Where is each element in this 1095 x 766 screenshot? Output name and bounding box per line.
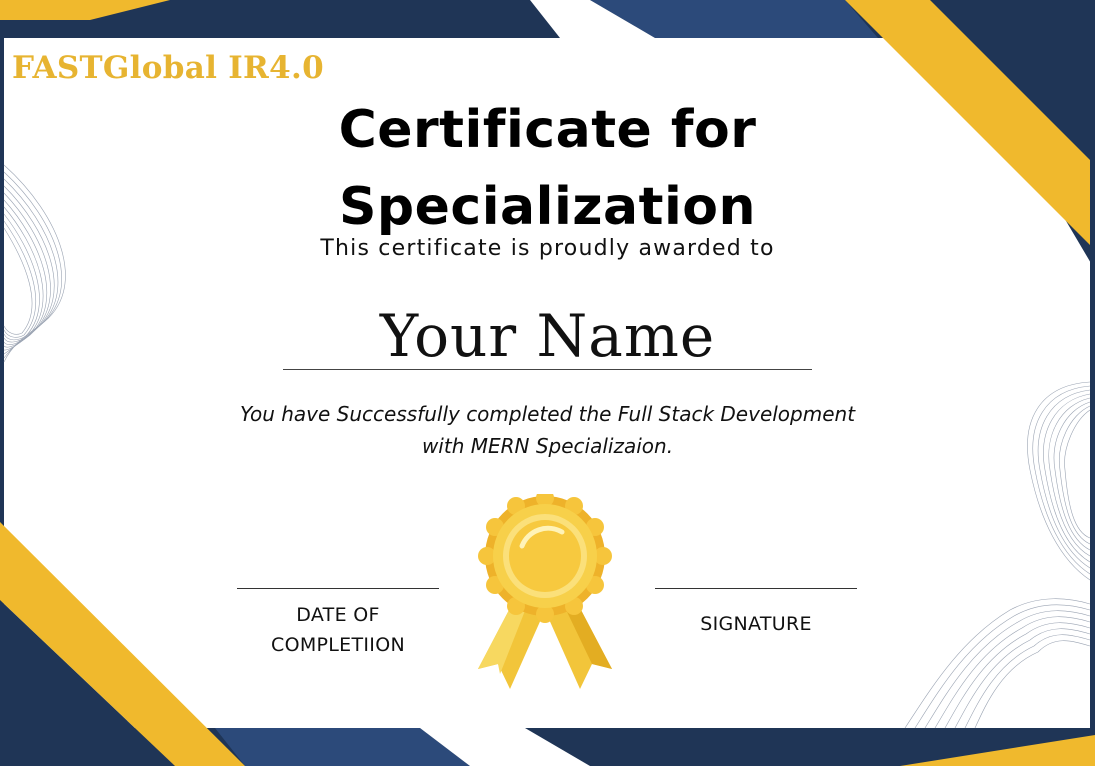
award-rosette-icon	[478, 494, 612, 689]
recipient-name-underline	[283, 369, 812, 370]
certificate-description: You have Successfully completed the Full…	[0, 398, 1095, 462]
signature-label-text: SIGNATURE	[700, 613, 812, 635]
description-line2: with MERN Specializaion.	[421, 434, 674, 458]
signature-label: SIGNATURE	[636, 609, 876, 639]
certificate-title: Certificate for Specialization	[0, 92, 1095, 246]
bottom-right-wave-lines	[904, 598, 1091, 729]
certificate-title-line2: Specialization	[338, 177, 757, 237]
date-label-line1: DATE OF	[296, 604, 380, 626]
brand-name: FASTGlobal IR4.0	[12, 50, 324, 86]
signature-line	[655, 588, 857, 589]
date-label-line2: COMPLETIION	[271, 634, 405, 656]
date-of-completion-label: DATE OF COMPLETIION	[218, 600, 458, 660]
recipient-name: Your Name	[379, 302, 716, 370]
awarded-text: This certificate is proudly awarded to	[320, 236, 775, 261]
certificate-title-line1: Certificate for	[338, 100, 757, 160]
certificate-page: FASTGlobal IR4.0 Certificate for Special…	[0, 0, 1095, 766]
date-line	[237, 588, 439, 589]
description-line1: You have Successfully completed the Full…	[239, 402, 856, 426]
